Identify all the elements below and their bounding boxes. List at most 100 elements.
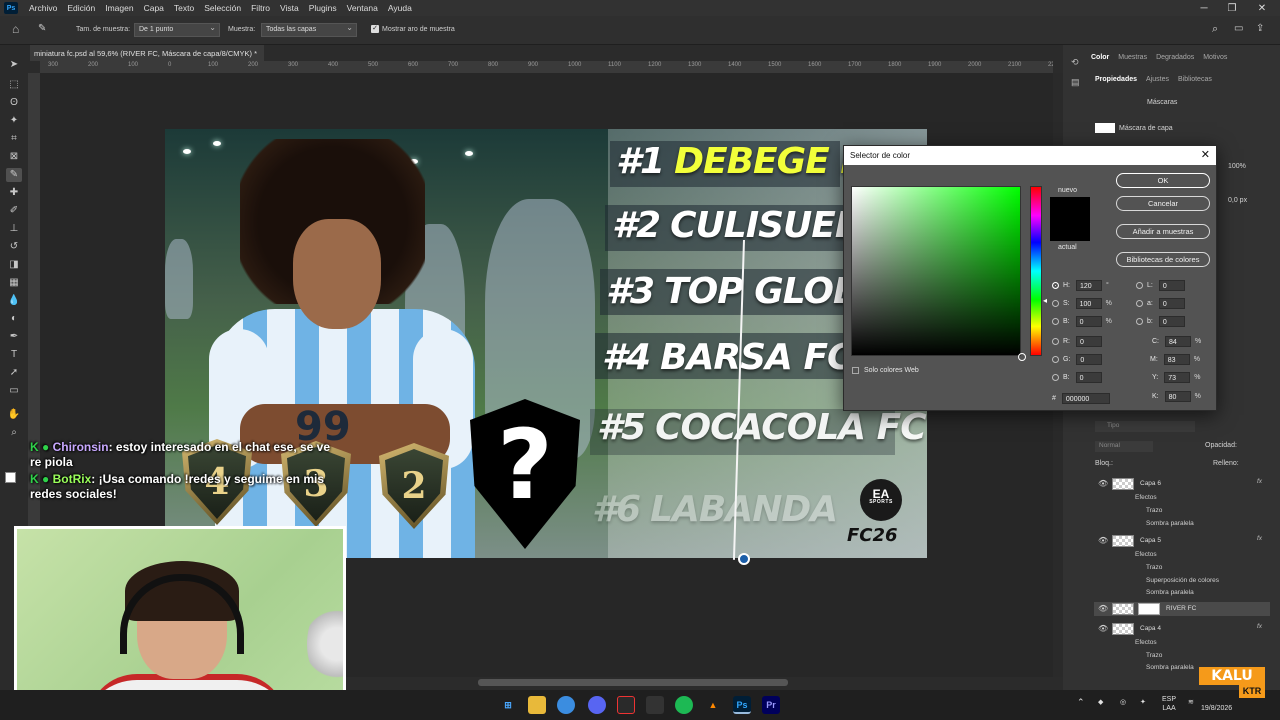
tab-degradados[interactable]: Degradados	[1156, 54, 1194, 68]
current-color-swatch[interactable]	[1050, 219, 1090, 241]
s-input[interactable]: 100	[1075, 297, 1102, 309]
fx-icon[interactable]: fx	[1257, 623, 1262, 630]
web-colors-checkbox[interactable]	[852, 366, 859, 374]
menu-ventana[interactable]: Ventana	[342, 3, 383, 13]
clock-date[interactable]: 19/8/2026	[1201, 704, 1232, 713]
restore-icon[interactable]: ❐	[1218, 0, 1246, 16]
discord-icon[interactable]	[588, 696, 606, 714]
layer-mask-thumbnail[interactable]	[1138, 603, 1160, 615]
a-field[interactable]: a: 0	[1136, 297, 1185, 309]
healing-brush-icon[interactable]: ✚	[6, 186, 22, 200]
h-input[interactable]: 120	[1076, 279, 1102, 291]
comments-icon[interactable]: ▤	[1071, 77, 1080, 88]
blend-mode-select[interactable]: Normal	[1095, 441, 1153, 452]
eyedropper-icon[interactable]: ✎	[6, 168, 22, 182]
windows-start-icon[interactable]: ⊞	[499, 696, 517, 714]
sample-size-select[interactable]: De 1 punto	[134, 23, 220, 37]
quick-select-tool-icon[interactable]: ✦	[6, 114, 22, 128]
k-field[interactable]: K: 80%	[1152, 390, 1201, 402]
l-radio[interactable]	[1136, 281, 1143, 289]
density-value[interactable]: 100%	[1228, 163, 1246, 170]
layers-search-input[interactable]: Tipo	[1095, 421, 1195, 432]
g-input[interactable]: 0	[1076, 353, 1103, 365]
s-field[interactable]: S: 100%	[1052, 297, 1112, 309]
color-libraries-button[interactable]: Bibliotecas de colores	[1116, 252, 1210, 267]
web-colors-option[interactable]: Solo colores Web	[852, 364, 919, 376]
hue-slider[interactable]	[1030, 186, 1042, 356]
close-window-icon[interactable]: ✕	[1248, 0, 1276, 16]
b-radio[interactable]	[1052, 317, 1059, 325]
tab-muestras[interactable]: Muestras	[1118, 54, 1147, 68]
color-field-marker[interactable]	[1018, 353, 1026, 361]
show-ring-checkbox[interactable]: ✓	[371, 25, 379, 33]
add-to-swatches-button[interactable]: Añadir a muestras	[1116, 224, 1210, 239]
blue-input[interactable]: 0	[1075, 371, 1102, 383]
marquee-tool-icon[interactable]: ⬚	[6, 78, 22, 92]
tray-chevron-icon[interactable]: ⌃	[1077, 698, 1085, 707]
history-brush-icon[interactable]: ↺	[6, 240, 22, 254]
brush-tool-icon[interactable]: ✐	[6, 204, 22, 218]
cancel-button[interactable]: Cancelar	[1116, 196, 1210, 211]
layer-row[interactable]: 👁 Capa 5 fx	[1094, 534, 1270, 548]
ok-button[interactable]: OK	[1116, 173, 1210, 188]
type-tool-icon[interactable]: T	[6, 348, 22, 362]
horizontal-scrollbar[interactable]	[478, 679, 788, 686]
l-field[interactable]: L: 0	[1136, 279, 1185, 291]
tab-color[interactable]: Color	[1091, 54, 1109, 68]
file-explorer-icon[interactable]	[528, 696, 546, 714]
eye-icon[interactable]: 👁	[1098, 604, 1108, 613]
zoom-tool-icon[interactable]: ⌕	[6, 426, 22, 440]
menu-capa[interactable]: Capa	[139, 3, 169, 13]
lasso-tool-icon[interactable]: ʘ	[6, 96, 22, 110]
menu-filtro[interactable]: Filtro	[246, 3, 275, 13]
a-input[interactable]: 0	[1158, 297, 1185, 309]
lab-b-radio[interactable]	[1136, 317, 1143, 325]
layer-row-selected[interactable]: 👁 RIVER FC	[1094, 602, 1270, 616]
spotify-icon[interactable]	[675, 696, 693, 714]
search-icon[interactable]: ⌕	[1212, 23, 1218, 36]
gradient-end-handle[interactable]	[738, 553, 750, 565]
feather-value[interactable]: 0,0 px	[1228, 197, 1247, 204]
c-field[interactable]: C: 84%	[1152, 335, 1201, 347]
tab-ajustes[interactable]: Ajustes	[1146, 76, 1169, 90]
crop-tool-icon[interactable]: ⌗	[6, 132, 22, 146]
wifi-icon[interactable]: ≋	[1188, 698, 1194, 707]
menu-plugins[interactable]: Plugins	[304, 3, 342, 13]
a-radio[interactable]	[1136, 299, 1143, 307]
tab-motivos[interactable]: Motivos	[1203, 54, 1227, 68]
vlc-icon[interactable]: ▲	[704, 696, 722, 714]
tray-app-icon[interactable]: ✦	[1140, 698, 1146, 707]
pen-tool-icon[interactable]: ✒	[6, 330, 22, 344]
hand-tool-icon[interactable]: ✋	[6, 408, 22, 422]
menu-archivo[interactable]: Archivo	[24, 3, 62, 13]
menu-texto[interactable]: Texto	[169, 3, 199, 13]
blue-radio[interactable]	[1052, 373, 1059, 381]
eraser-tool-icon[interactable]: ◨	[6, 258, 22, 272]
menu-edicion[interactable]: Edición	[62, 3, 100, 13]
lab-b-input[interactable]: 0	[1158, 315, 1185, 327]
tab-propiedades[interactable]: Propiedades	[1095, 76, 1137, 90]
lab-b-field[interactable]: b: 0	[1136, 315, 1185, 327]
tray-app-icon[interactable]: ◎	[1120, 698, 1126, 707]
h-radio[interactable]	[1052, 281, 1059, 289]
fx-icon[interactable]: fx	[1257, 535, 1262, 542]
l-input[interactable]: 0	[1158, 279, 1185, 291]
eye-icon[interactable]: 👁	[1098, 536, 1108, 545]
g-field[interactable]: G: 0	[1052, 353, 1103, 365]
rectangle-tool-icon[interactable]: ▭	[6, 384, 22, 398]
minimize-icon[interactable]: ─	[1190, 0, 1218, 16]
c-input[interactable]: 84	[1165, 335, 1191, 347]
g-radio[interactable]	[1052, 355, 1059, 363]
premiere-taskbar-icon[interactable]: Pr	[762, 696, 780, 714]
r-radio[interactable]	[1052, 337, 1059, 345]
fx-icon[interactable]: fx	[1257, 478, 1262, 485]
r-field[interactable]: R: 0	[1052, 335, 1102, 347]
b-field[interactable]: B: 0%	[1052, 315, 1112, 327]
close-icon[interactable]: ✕	[1201, 148, 1210, 161]
path-select-icon[interactable]: ➚	[6, 366, 22, 380]
menu-ayuda[interactable]: Ayuda	[383, 3, 417, 13]
home-icon[interactable]: ⌂	[12, 22, 19, 36]
app-icon[interactable]	[646, 696, 664, 714]
menu-imagen[interactable]: Imagen	[100, 3, 138, 13]
y-input[interactable]: 73	[1164, 371, 1191, 383]
